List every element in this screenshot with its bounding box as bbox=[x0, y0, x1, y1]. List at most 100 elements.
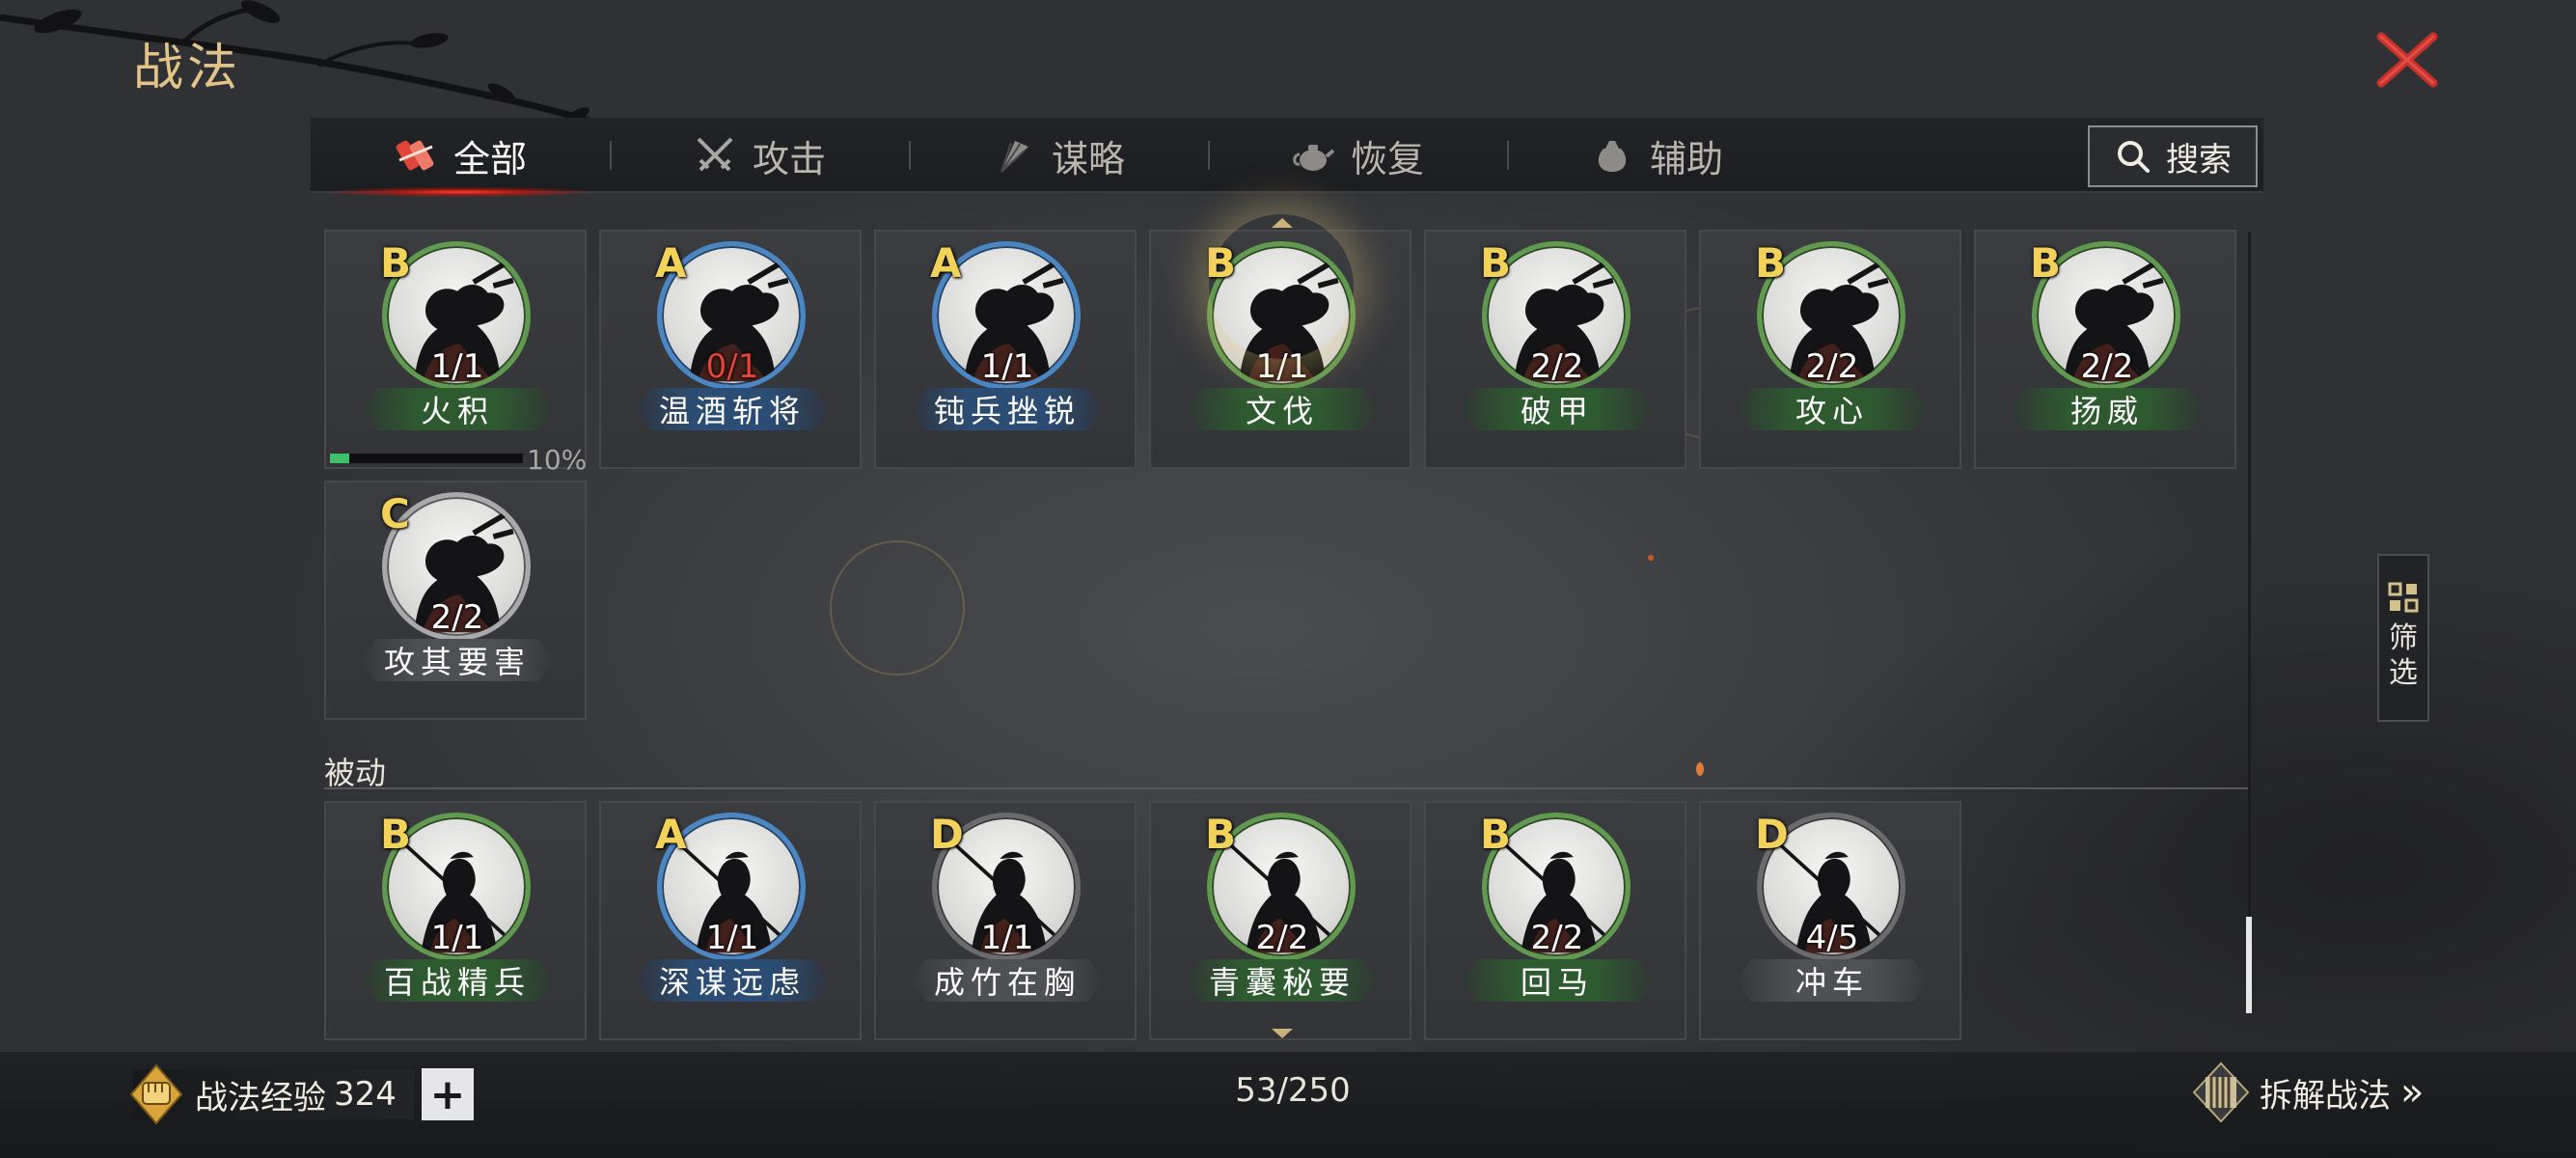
tab-label: 恢复 bbox=[1350, 137, 1424, 180]
exp-value: 324 bbox=[334, 1075, 397, 1114]
skill-exp-display: 战法经验 324 + bbox=[129, 1063, 474, 1125]
skill-card[interactable]: B 2/2 回马 bbox=[1424, 801, 1686, 1040]
skill-name: 火积 bbox=[361, 388, 554, 430]
category-tab-bar: 全部 攻击 谋略 恢复 辅助 bbox=[311, 118, 2263, 197]
tab-label: 全部 bbox=[452, 137, 527, 180]
glow-ring-decoration bbox=[830, 540, 965, 676]
grade-badge: B bbox=[1480, 239, 1512, 287]
progress-percent: 10% bbox=[527, 444, 588, 476]
owned-count: 2/2 bbox=[1530, 347, 1584, 386]
skill-card[interactable]: B 2/2 破甲 bbox=[1424, 230, 1686, 469]
page-title: 战法 bbox=[133, 40, 242, 97]
search-label: 搜索 bbox=[2166, 140, 2232, 179]
learn-progress: 10% bbox=[326, 444, 589, 476]
chevron-down-icon bbox=[1272, 1029, 1293, 1038]
owned-count: 1/1 bbox=[430, 919, 484, 957]
skill-card[interactable]: C 2/2 攻其要害 bbox=[324, 481, 587, 720]
owned-count: 2/2 bbox=[1255, 919, 1309, 957]
skill-card[interactable]: D 4/5 冲车 bbox=[1699, 801, 1961, 1040]
skill-name: 青囊秘要 bbox=[1186, 959, 1379, 1002]
skill-name: 攻其要害 bbox=[361, 639, 554, 681]
exp-label: 战法经验 bbox=[195, 1078, 326, 1117]
skill-name: 百战精兵 bbox=[361, 959, 554, 1002]
grade-badge: D bbox=[930, 811, 964, 858]
grade-badge: A bbox=[930, 239, 962, 287]
tab-recovery[interactable]: 恢复 bbox=[1208, 118, 1507, 193]
dismantle-skills-button[interactable]: 拆解战法 » bbox=[2192, 1062, 2424, 1123]
skill-card[interactable]: D 1/1 成竹在胸 bbox=[874, 801, 1137, 1040]
skill-name: 回马 bbox=[1461, 959, 1654, 1002]
grade-badge: A bbox=[655, 811, 687, 858]
skill-name: 扬威 bbox=[2011, 388, 2204, 430]
search-button[interactable]: 搜索 bbox=[2088, 125, 2258, 187]
progress-fill bbox=[330, 454, 349, 463]
owned-count: 1/1 bbox=[980, 347, 1034, 386]
exp-box: 战法经验 324 bbox=[129, 1063, 414, 1125]
tab-all[interactable]: 全部 bbox=[311, 118, 610, 197]
owned-count: 2/2 bbox=[1805, 347, 1859, 386]
scrollbar-thumb[interactable] bbox=[2246, 917, 2252, 1013]
feather-fan-icon bbox=[1000, 141, 1028, 173]
tab-attack[interactable]: 攻击 bbox=[610, 118, 909, 193]
pouch-icon bbox=[1598, 141, 1627, 172]
progress-track bbox=[330, 454, 523, 463]
add-exp-button[interactable]: + bbox=[421, 1068, 474, 1120]
skill-name: 深谋远虑 bbox=[636, 959, 829, 1002]
grade-badge: D bbox=[1755, 811, 1789, 858]
skill-card[interactable]: A 1/1 钝兵挫锐 bbox=[874, 230, 1137, 469]
teapot-icon bbox=[1293, 145, 1335, 171]
filter-button[interactable]: 筛选 bbox=[2377, 554, 2429, 722]
grade-badge: B bbox=[380, 239, 412, 287]
scroll-bars-icon bbox=[2192, 1062, 2250, 1123]
tab-support[interactable]: 辅助 bbox=[1507, 118, 1806, 193]
section-divider bbox=[324, 787, 2248, 789]
skill-card[interactable]: A 1/1 深谋远虑 bbox=[599, 801, 862, 1040]
grade-badge: B bbox=[380, 811, 412, 858]
tab-label: 辅助 bbox=[1649, 137, 1723, 180]
owned-count: 4/5 bbox=[1805, 919, 1859, 957]
filter-label: 筛选 bbox=[2389, 621, 2418, 690]
crossed-swords-icon bbox=[697, 137, 733, 172]
grade-badge: C bbox=[380, 490, 410, 538]
skill-name: 成竹在胸 bbox=[911, 959, 1104, 1002]
skill-card[interactable]: B 2/2 扬威 bbox=[1974, 230, 2236, 469]
grade-badge: B bbox=[1205, 239, 1237, 287]
skill-card[interactable]: B 1/1 火积 10% bbox=[324, 230, 589, 476]
skill-name: 攻心 bbox=[1736, 388, 1929, 430]
skill-name: 温酒斩将 bbox=[636, 388, 829, 430]
fist-badge-icon bbox=[129, 1063, 183, 1125]
owned-count: 1/1 bbox=[980, 919, 1034, 957]
tab-label: 谋略 bbox=[1051, 137, 1125, 180]
scroll-bundle-icon bbox=[396, 140, 434, 171]
skill-name: 破甲 bbox=[1461, 388, 1654, 430]
skill-capacity: 53/250 bbox=[1235, 1071, 1351, 1110]
owned-count: 1/1 bbox=[430, 347, 484, 386]
owned-count: 1/1 bbox=[1255, 347, 1309, 386]
ember-decoration bbox=[1648, 555, 1654, 561]
owned-count: 2/2 bbox=[2080, 347, 2134, 386]
chevron-right-icon: » bbox=[2400, 1070, 2425, 1115]
ember-decoration bbox=[1696, 762, 1704, 776]
search-icon bbox=[2118, 141, 2150, 173]
owned-count: 0/1 bbox=[705, 347, 759, 386]
owned-count: 1/1 bbox=[705, 919, 759, 957]
skill-card[interactable]: B 1/1 百战精兵 bbox=[324, 801, 587, 1040]
grid-filter-icon bbox=[2388, 582, 2419, 613]
tab-label: 攻击 bbox=[752, 137, 826, 180]
grade-badge: B bbox=[1755, 239, 1787, 287]
skill-card[interactable]: A 0/1 温酒斩将 bbox=[599, 230, 862, 469]
skill-name: 钝兵挫锐 bbox=[911, 388, 1104, 430]
skill-name: 冲车 bbox=[1736, 959, 1929, 1002]
grade-badge: B bbox=[2030, 239, 2062, 287]
close-icon[interactable] bbox=[2375, 31, 2439, 89]
owned-count: 2/2 bbox=[430, 598, 484, 637]
skill-card[interactable]: B 2/2 青囊秘要 bbox=[1149, 801, 1411, 1040]
chevron-up-icon bbox=[1272, 218, 1293, 228]
skill-name: 文伐 bbox=[1186, 388, 1379, 430]
tab-strategy[interactable]: 谋略 bbox=[909, 118, 1208, 193]
owned-count: 2/2 bbox=[1530, 919, 1584, 957]
scrollbar-track[interactable] bbox=[2248, 232, 2251, 1013]
skill-card[interactable]: B 2/2 攻心 bbox=[1699, 230, 1961, 469]
skill-card[interactable]: B 1/1 文伐 bbox=[1149, 218, 1411, 469]
dismantle-label: 拆解战法 bbox=[2260, 1076, 2391, 1116]
